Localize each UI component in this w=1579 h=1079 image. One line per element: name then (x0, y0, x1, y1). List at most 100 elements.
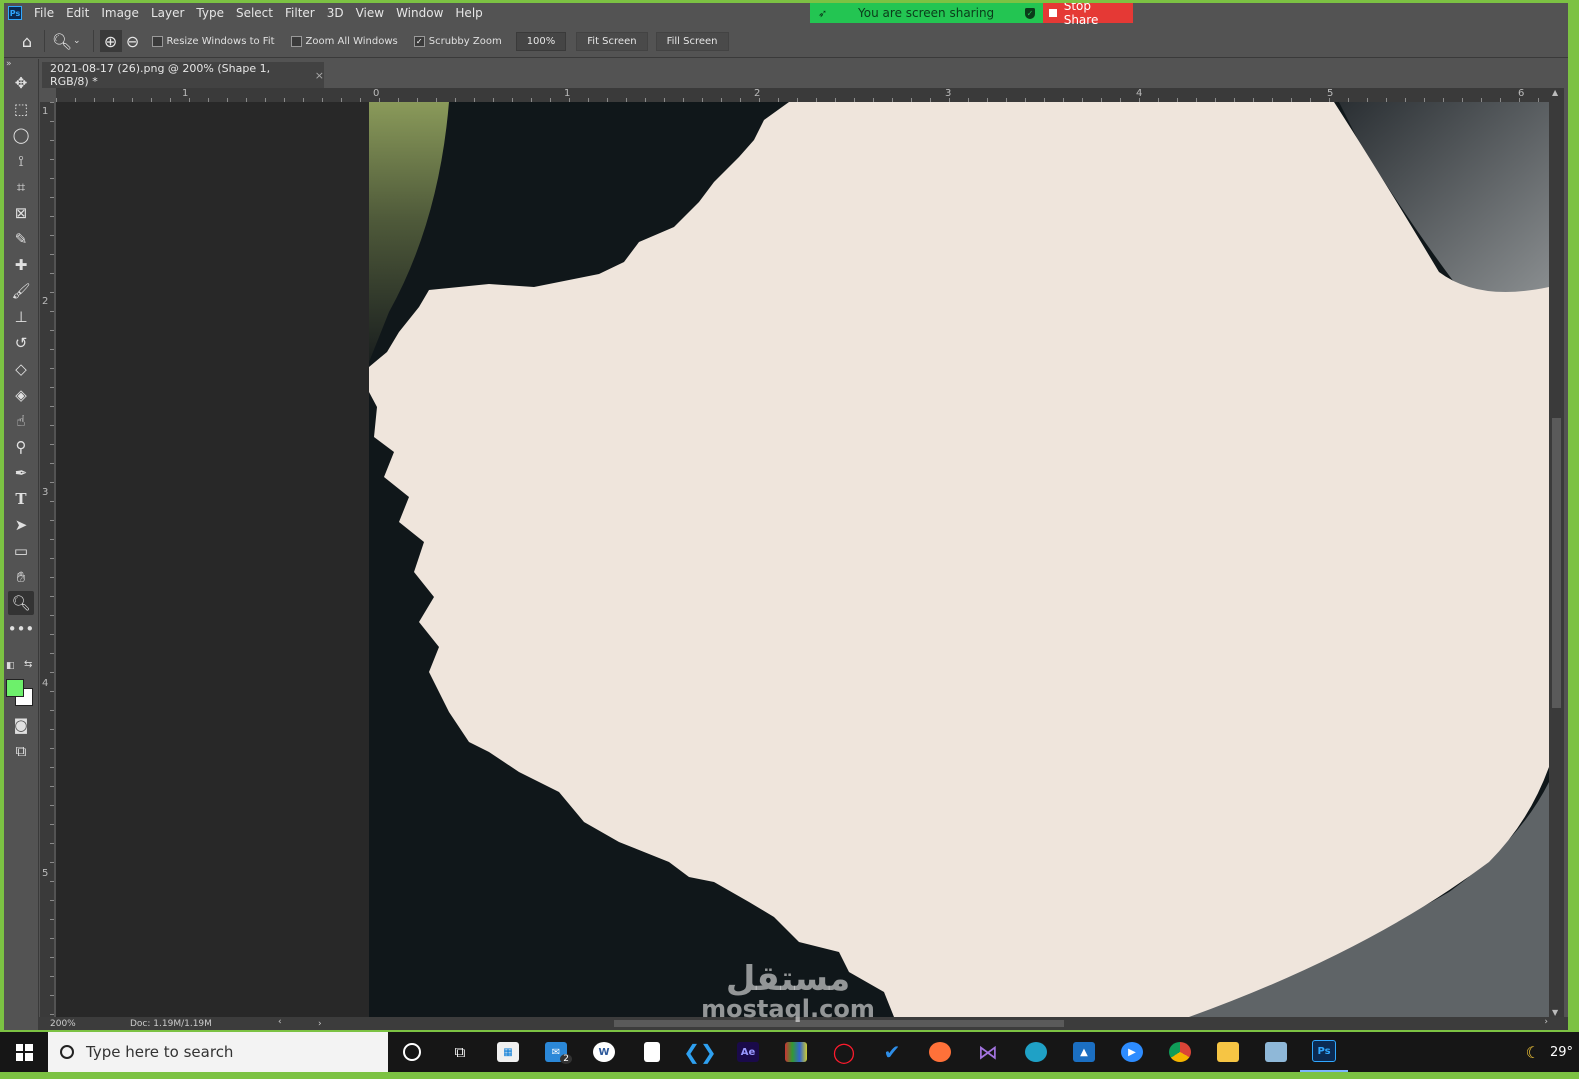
rectangle-tool-icon[interactable]: ▭ (8, 539, 34, 563)
history-brush-tool-icon[interactable]: ↺ (8, 331, 34, 355)
resize-windows-checkbox[interactable]: Resize Windows to Fit (151, 35, 275, 47)
screen-mode-icon[interactable]: ⧉ (8, 739, 34, 763)
hand-tool-icon[interactable]: ✋︎ (8, 565, 34, 589)
pen-tool-icon[interactable]: ✒︎ (8, 461, 34, 485)
file-explorer-icon[interactable] (1204, 1032, 1252, 1072)
photos-icon[interactable]: ▲ (1060, 1032, 1108, 1072)
paint-bucket-tool-icon[interactable]: ◈ (8, 383, 34, 407)
lasso-tool-icon[interactable]: ◯ (8, 123, 34, 147)
smudge-tool-icon[interactable]: ☝︎ (8, 409, 34, 433)
status-doc-size: Doc: 1.19M/1.19M (130, 1018, 212, 1029)
after-effects-icon[interactable]: Ae (724, 1032, 772, 1072)
zoom-tool-icon[interactable]: 🔍︎ (8, 591, 34, 615)
cortana-icon[interactable] (388, 1032, 436, 1072)
crop-tool-icon[interactable]: ⌗ (8, 175, 34, 199)
ruler-label: 2 (42, 296, 49, 307)
winrar-icon[interactable] (772, 1032, 820, 1072)
marquee-tool-icon[interactable]: ⬚ (8, 97, 34, 121)
zoom-all-windows-checkbox[interactable]: Zoom All Windows (290, 35, 398, 47)
menu-type[interactable]: Type (190, 3, 230, 23)
zoom-app-icon[interactable]: ▶ (1108, 1032, 1156, 1072)
photoshop-logo[interactable]: Ps (8, 6, 22, 20)
menu-layer[interactable]: Layer (145, 3, 190, 23)
quick-mask-icon[interactable]: ◙ (8, 713, 34, 737)
eyedropper-tool-icon[interactable]: ✎ (8, 227, 34, 251)
menu-help[interactable]: Help (449, 3, 488, 23)
visual-studio-icon[interactable]: ⋈ (964, 1032, 1012, 1072)
menu-file[interactable]: File (28, 3, 60, 23)
swap-colors-icon[interactable]: ⇆ (24, 659, 32, 670)
shield-icon: ✓ (1025, 7, 1035, 19)
more-tools-icon[interactable]: ••• (8, 617, 35, 641)
document-tab[interactable]: 2021-08-17 (26).png @ 200% (Shape 1, RGB… (42, 62, 324, 88)
horizontal-scrollbar[interactable]: ‹ › (274, 1017, 1554, 1030)
notes-app-icon[interactable] (1252, 1032, 1300, 1072)
stop-share-button[interactable]: Stop Share (1043, 3, 1133, 27)
brush-tool-icon[interactable]: 🖌︎ (8, 279, 34, 303)
divider (92, 30, 94, 52)
firefox-icon[interactable] (916, 1032, 964, 1072)
path-selection-tool-icon[interactable]: ➤ (8, 513, 34, 537)
moon-icon[interactable]: ☾ (1526, 1043, 1540, 1062)
taskbar-search[interactable]: Type here to search (48, 1032, 388, 1072)
task-view-icon[interactable]: ⧉ (436, 1032, 484, 1072)
dodge-tool-icon[interactable]: ⚲ (8, 435, 34, 459)
fit-screen-button[interactable]: Fit Screen (576, 31, 648, 51)
mail-icon[interactable]: ✉ 2 (532, 1032, 580, 1072)
menu-image[interactable]: Image (95, 3, 145, 23)
healing-brush-tool-icon[interactable]: ✚ (8, 253, 34, 277)
menu-3d[interactable]: 3D (321, 3, 350, 23)
double-chevron-icon[interactable]: » (4, 59, 38, 69)
clone-stamp-tool-icon[interactable]: ⊥ (8, 305, 34, 329)
menu-view[interactable]: View (350, 3, 390, 23)
quick-selection-tool-icon[interactable]: ⟟ (8, 149, 34, 173)
scroll-down-icon[interactable]: ▼ (1552, 1008, 1558, 1017)
document-canvas[interactable] (369, 102, 1549, 1017)
close-icon[interactable]: × (315, 69, 324, 82)
zoom-percentage-field[interactable]: 100% (515, 31, 567, 51)
edge-icon[interactable] (1012, 1032, 1060, 1072)
vscode-icon[interactable]: ❮❯ (676, 1032, 724, 1072)
scroll-right-icon[interactable]: › (1544, 1017, 1548, 1027)
mail-badge: 2 (560, 1054, 572, 1064)
frame-tool-icon[interactable]: ⊠ (8, 201, 34, 225)
scroll-left-icon[interactable]: ‹ (278, 1017, 282, 1027)
todo-icon[interactable]: ✔ (868, 1032, 916, 1072)
canvas-workspace[interactable] (56, 102, 1549, 1017)
opera-icon[interactable]: ◯ (820, 1032, 868, 1072)
menu-filter[interactable]: Filter (279, 3, 321, 23)
scrollbar-thumb[interactable] (1552, 418, 1561, 708)
menu-window[interactable]: Window (390, 3, 449, 23)
horizontal-ruler[interactable]: 1 0 1 2 3 4 5 6 (56, 88, 1549, 102)
ruler-label: 1 (182, 88, 189, 99)
status-zoom[interactable]: 200% (38, 1019, 90, 1029)
weather-temperature[interactable]: 29° (1550, 1045, 1573, 1060)
photoshop-taskbar-icon[interactable]: Ps (1300, 1032, 1348, 1072)
vertical-ruler[interactable]: 1 2 3 4 5 (40, 102, 54, 1017)
home-icon[interactable]: ⌂ (16, 30, 38, 52)
foreground-color-swatch[interactable] (6, 679, 24, 697)
eraser-tool-icon[interactable]: ◇ (8, 357, 34, 381)
zoom-out-icon[interactable]: ⊖ (122, 30, 144, 52)
screen-sharing-indicator[interactable]: ➶ You are screen sharing ✓ (810, 3, 1043, 23)
canvas-image (369, 102, 1549, 1017)
menu-edit[interactable]: Edit (60, 3, 95, 23)
notepad-icon[interactable] (628, 1032, 676, 1072)
zoom-tool-preset-icon[interactable]: 🔍︎ (51, 30, 73, 52)
move-tool-icon[interactable]: ✥ (8, 71, 34, 95)
ruler-label: 3 (945, 88, 952, 99)
scrubby-zoom-checkbox[interactable]: ✓ Scrubby Zoom (413, 35, 502, 47)
zoom-in-icon[interactable]: ⊕ (99, 30, 122, 52)
default-colors-icon[interactable]: ◧ (6, 661, 15, 671)
start-button[interactable] (0, 1032, 48, 1072)
word-icon[interactable]: W (580, 1032, 628, 1072)
store-icon[interactable]: ▦ (484, 1032, 532, 1072)
chrome-icon[interactable] (1156, 1032, 1204, 1072)
options-bar: ⌂ 🔍︎ ⌄ ⊕ ⊖ Resize Windows to Fit Zoom Al… (4, 25, 1568, 58)
type-tool-icon[interactable]: T (8, 487, 34, 511)
menu-select[interactable]: Select (230, 3, 279, 23)
scroll-up-icon[interactable]: ▲ (1552, 88, 1558, 97)
chevron-down-icon[interactable]: ⌄ (73, 36, 81, 46)
fill-screen-button[interactable]: Fill Screen (655, 31, 729, 51)
vertical-scrollbar[interactable]: ▲ ▼ (1549, 88, 1564, 1017)
